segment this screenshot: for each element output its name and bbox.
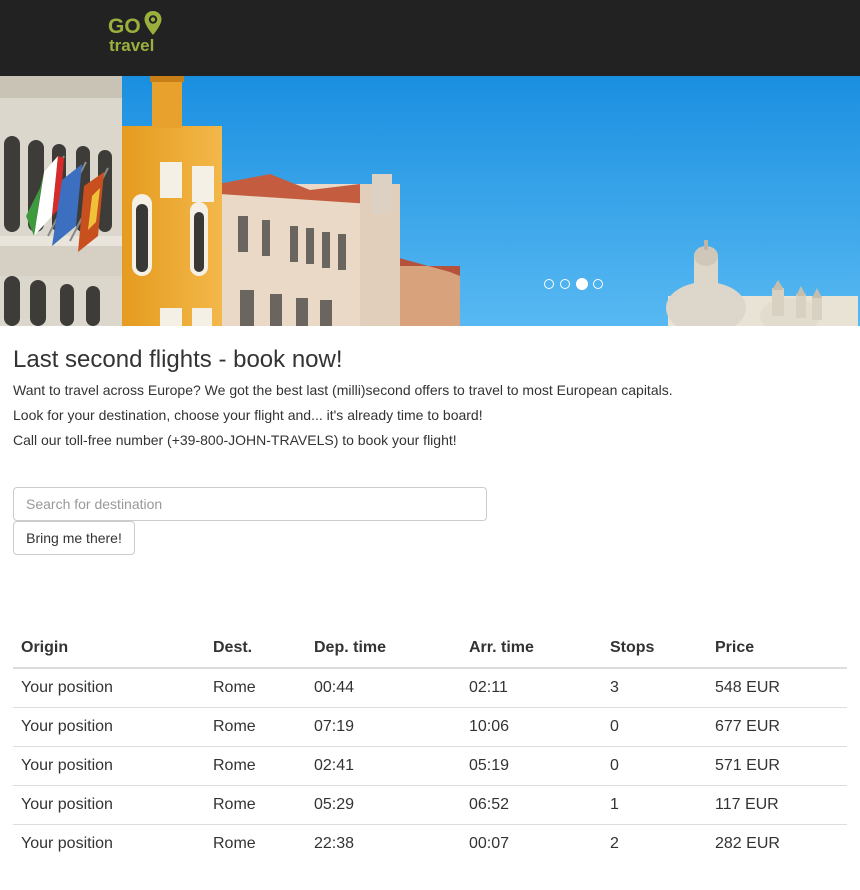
cell-arrival-time: 10:06 xyxy=(461,706,602,746)
column-header-origin: Origin xyxy=(13,629,205,669)
table-row[interactable]: Your position Rome 22:38 00:07 2 282 EUR xyxy=(13,823,847,863)
cell-arrival-time: 05:19 xyxy=(461,745,602,785)
go-travel-logo[interactable]: GO travel xyxy=(108,10,168,56)
cell-price: 282 EUR xyxy=(707,823,847,863)
cell-departure-time: 02:41 xyxy=(306,745,461,785)
cell-stops: 2 xyxy=(602,823,707,863)
hero-carousel xyxy=(0,76,860,326)
cell-stops: 0 xyxy=(602,745,707,785)
cell-arrival-time: 02:11 xyxy=(469,678,508,696)
table-row[interactable]: Your position Rome 02:41 05:19 0 571 EUR xyxy=(13,745,847,785)
map-pin-icon xyxy=(144,11,162,35)
cell-destination: Rome xyxy=(205,745,306,785)
cell-destination: Rome xyxy=(205,706,306,746)
column-header-stops: Stops xyxy=(602,629,707,669)
table-header-row: Origin Dest. Dep. time Arr. time Stops P… xyxy=(13,629,847,669)
cell-origin: Your position xyxy=(13,823,205,863)
cell-destination: Rome xyxy=(205,823,306,863)
cell-stops: 0 xyxy=(602,706,707,746)
carousel-indicators xyxy=(544,278,606,291)
carousel-dot-1[interactable] xyxy=(544,279,554,289)
cell-origin: Your position xyxy=(21,678,113,696)
cell-stops: 1 xyxy=(602,784,707,824)
cell-price: 571 EUR xyxy=(707,745,847,785)
intro-text-line-2: Look for your destination, choose your f… xyxy=(13,407,483,423)
destination-search-input[interactable] xyxy=(13,487,487,521)
cell-departure-time: 00:44 xyxy=(314,678,355,696)
cell-origin: Your position xyxy=(13,784,205,824)
bring-me-there-button[interactable]: Bring me there! xyxy=(13,521,135,555)
column-header-destination: Dest. xyxy=(205,629,306,669)
column-header-departure-time: Dep. time xyxy=(306,629,461,669)
table-row[interactable]: Your position Rome 05:29 06:52 1 117 EUR xyxy=(13,784,847,824)
intro-text-line-1: Want to travel across Europe? We got the… xyxy=(13,382,673,398)
intro-text-line-3: Call our toll-free number (+39-800-JOHN-… xyxy=(13,432,457,448)
column-header-arrival-time: Arr. time xyxy=(461,629,602,669)
cell-departure-time: 22:38 xyxy=(306,823,461,863)
table-row[interactable]: Your position Rome 00:44 02:11 3 548 EUR xyxy=(13,668,847,707)
venice-photo xyxy=(0,76,860,326)
cell-price: 677 EUR xyxy=(707,706,847,746)
cell-arrival-time: 00:07 xyxy=(461,823,602,863)
cell-destination: Rome xyxy=(213,678,256,696)
top-navbar: GO travel xyxy=(0,0,860,76)
cell-destination: Rome xyxy=(205,784,306,824)
column-header-price: Price xyxy=(707,629,847,669)
cell-price: 117 EUR xyxy=(707,784,847,824)
logo-text-go: GO xyxy=(108,15,141,38)
carousel-dot-4[interactable] xyxy=(593,279,603,289)
table-row[interactable]: Your position Rome 07:19 10:06 0 677 EUR xyxy=(13,706,847,746)
flights-table: Origin Dest. Dep. time Arr. time Stops P… xyxy=(13,629,847,863)
logo-text-travel: travel xyxy=(109,36,155,55)
page-title: Last second flights - book now! xyxy=(13,346,343,373)
cell-departure-time: 07:19 xyxy=(306,706,461,746)
cell-arrival-time: 06:52 xyxy=(461,784,602,824)
cell-price: 548 EUR xyxy=(715,678,780,696)
carousel-dot-3-active[interactable] xyxy=(576,278,588,290)
cell-departure-time: 05:29 xyxy=(306,784,461,824)
carousel-dot-2[interactable] xyxy=(560,279,570,289)
cell-stops: 3 xyxy=(610,678,619,696)
cell-origin: Your position xyxy=(13,706,205,746)
cell-origin: Your position xyxy=(13,745,205,785)
